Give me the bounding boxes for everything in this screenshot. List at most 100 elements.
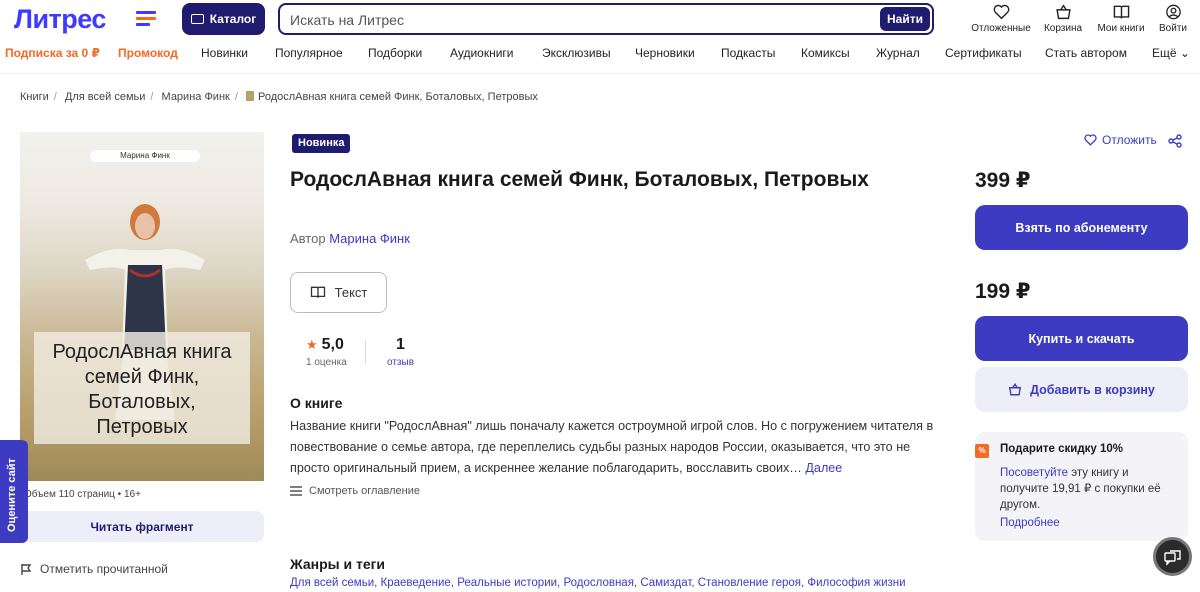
cover-title-line: семей Финк,: [84, 366, 200, 388]
reviews-block[interactable]: 1 отзыв: [387, 336, 414, 368]
genre-tag[interactable]: Самиздат: [640, 577, 691, 589]
format-text-button[interactable]: Текст: [290, 272, 387, 313]
breadcrumb: Книги / Для всей семьи / Марина Финк / Родо…: [20, 91, 538, 103]
about-more-link[interactable]: Далее: [805, 461, 842, 475]
catalog-button[interactable]: Каталог: [182, 3, 265, 35]
my-books-label: Мои книги: [1097, 23, 1145, 34]
rate-site-tab[interactable]: Оцените сайт: [0, 440, 28, 543]
book-icon: [1113, 5, 1129, 19]
nav-item-subscription[interactable]: Подписка за 0 ₽: [5, 46, 100, 60]
reviews-label: отзыв: [387, 357, 415, 368]
nav-item-promocode[interactable]: Промокод: [118, 46, 178, 60]
nav-item-audiobooks[interactable]: Аудиокниги: [450, 46, 514, 60]
author-prefix: Автор: [290, 231, 326, 246]
cover-title: РодослАвная книга семей Финк, Боталовых,…: [34, 332, 250, 444]
catalog-icon: [190, 14, 204, 24]
referral-promo: % Подарите скидку 10% Посоветуйте эту кн…: [975, 432, 1188, 541]
nav-item-become-author[interactable]: Стать автором: [1045, 46, 1127, 60]
deferred-label: Отложенные: [971, 23, 1031, 34]
mark-read-label: Отметить прочитанной: [40, 562, 168, 576]
nav-item-drafts[interactable]: Черновики: [635, 46, 695, 60]
genre-tag[interactable]: Становление героя: [698, 577, 801, 589]
login-label: Войти: [1159, 23, 1187, 34]
mark-read-button[interactable]: Отметить прочитанной: [20, 562, 168, 576]
rating-block[interactable]: ★ 5,0 1 оценка: [306, 336, 347, 368]
nav-item-popular[interactable]: Популярное: [275, 46, 343, 60]
nav-item-exclusives[interactable]: Эксклюзивы: [542, 46, 611, 60]
search-input[interactable]: [290, 9, 870, 31]
book-cover[interactable]: Марина Финк РодослАвная книга семей Финк…: [20, 132, 264, 481]
cart-link[interactable]: Корзина: [1040, 4, 1086, 34]
logo-mark-icon: [136, 11, 156, 27]
nav-item-collections[interactable]: Подборки: [368, 46, 422, 60]
basket-icon: [1055, 4, 1071, 20]
star-icon: ★: [306, 337, 318, 352]
breadcrumb-item-author[interactable]: Марина Финк: [162, 91, 230, 103]
login-link[interactable]: Войти: [1156, 4, 1190, 34]
breadcrumb-item-books[interactable]: Книги: [20, 91, 49, 103]
nav-item-more[interactable]: Ещё ⌄: [1152, 46, 1190, 60]
buy-price: 199 ₽: [975, 280, 1031, 303]
divider: [365, 340, 366, 364]
my-books-link[interactable]: Мои книги: [1094, 4, 1148, 34]
breadcrumb-item-family[interactable]: Для всей семьи: [65, 91, 145, 103]
promo-heading: Подарите скидку 10%: [1000, 443, 1124, 455]
flag-icon: [21, 563, 32, 575]
book-thumb-icon: [245, 91, 254, 101]
toc-label: Смотреть оглавление: [309, 485, 421, 497]
support-chat-button[interactable]: [1153, 537, 1192, 576]
add-to-cart-label: Добавить в корзину: [1030, 382, 1155, 397]
author-line: Автор Марина Финк: [290, 231, 410, 246]
author-link[interactable]: Марина Финк: [329, 231, 410, 246]
share-icon[interactable]: [1168, 134, 1182, 148]
promo-more-link[interactable]: Подробнее: [1000, 517, 1060, 529]
genre-tag[interactable]: Краеведение: [381, 577, 451, 589]
buy-button[interactable]: Купить и скачать: [975, 316, 1188, 361]
rating-count: 1 оценка: [306, 357, 347, 368]
chat-icon: [1163, 549, 1181, 566]
new-badge: Новинка: [292, 134, 351, 153]
nav-item-comics[interactable]: Комиксы: [801, 46, 850, 60]
promo-text: Посоветуйте эту книгу и получите 19,91 ₽…: [1000, 465, 1180, 513]
nav-item-certificates[interactable]: Сертификаты: [945, 46, 1022, 60]
nav-item-journal[interactable]: Журнал: [876, 46, 920, 60]
genre-tag[interactable]: Философия жизни: [807, 577, 905, 589]
recommend-link[interactable]: Посоветуйте: [1000, 467, 1068, 479]
rate-site-label: Оцените сайт: [6, 458, 18, 532]
read-fragment-button[interactable]: Читать фрагмент: [20, 511, 264, 542]
search-button[interactable]: Найти: [880, 7, 930, 31]
table-of-contents-link[interactable]: Смотреть оглавление: [290, 485, 420, 497]
main-nav: Подписка за 0 ₽ Промокод Новинки Популяр…: [0, 46, 1200, 64]
genre-tag[interactable]: Для всей семьи: [290, 577, 374, 589]
nav-item-new[interactable]: Новинки: [201, 46, 248, 60]
search-bar: Найти: [278, 3, 934, 35]
nav-item-podcasts[interactable]: Подкасты: [721, 46, 775, 60]
genre-tag[interactable]: Родословная: [563, 577, 633, 589]
cover-title-line: РодослАвная книга: [52, 341, 232, 363]
add-to-cart-button[interactable]: Добавить в корзину: [975, 367, 1188, 412]
book-title: РодослАвная книга семей Финк, Боталовых,…: [290, 168, 869, 191]
rating-value: 5,0: [321, 336, 344, 353]
logo[interactable]: Литрес: [14, 4, 106, 35]
genres-heading: Жанры и теги: [290, 556, 386, 572]
heart-icon: [993, 4, 1009, 20]
genre-tag[interactable]: Реальные истории: [457, 577, 557, 589]
defer-label: Отложить: [1102, 133, 1157, 147]
about-text: Название книги "РодослАвная" лишь понача…: [290, 416, 952, 479]
reviews-count: 1: [396, 336, 405, 353]
format-label: Текст: [334, 285, 368, 300]
cover-author: Марина Финк: [90, 150, 200, 162]
book-meta: Объем 110 страниц • 16+: [24, 489, 141, 500]
defer-button[interactable]: Отложить: [1084, 133, 1157, 147]
user-icon: [1165, 4, 1181, 20]
breadcrumb-item-current: РодослАвная книга семей Финк, Боталовых,…: [257, 91, 538, 103]
cover-title-line: Петровых: [96, 416, 188, 438]
about-heading: О книге: [290, 395, 343, 411]
list-icon: [290, 486, 302, 496]
site-header: Литрес Каталог Найти Отложенные Корзина …: [0, 0, 1200, 74]
basket-icon: [1009, 383, 1022, 396]
heart-outline-icon: [1084, 134, 1097, 146]
deferred-link[interactable]: Отложенные: [970, 4, 1032, 34]
subscription-button[interactable]: Взять по абонементу: [975, 205, 1188, 250]
subscription-price: 399 ₽: [975, 169, 1031, 192]
